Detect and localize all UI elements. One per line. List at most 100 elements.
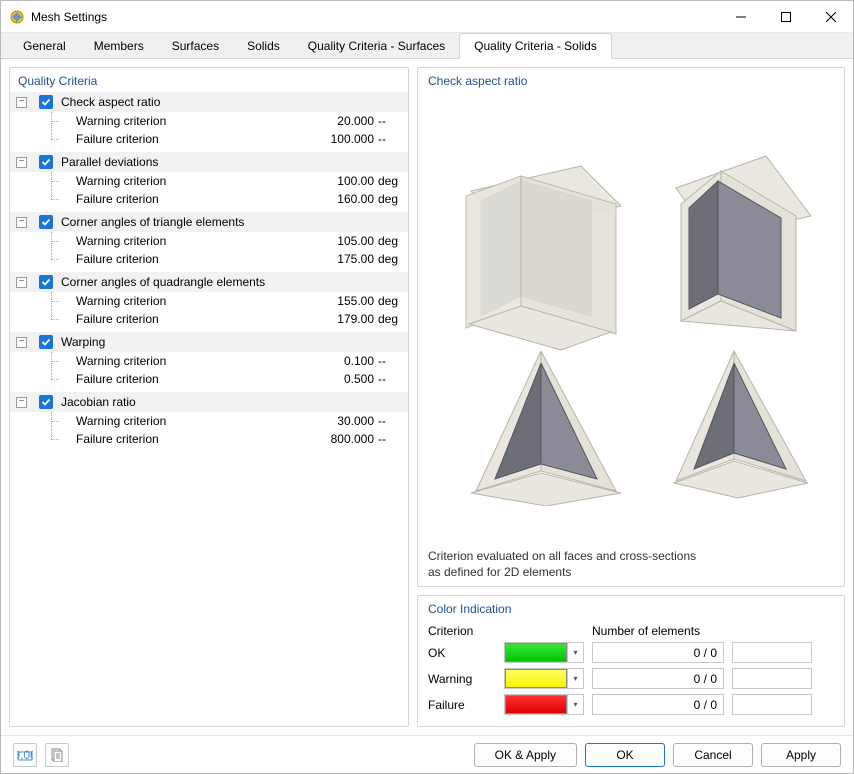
criterion-row-value[interactable]: 0.100 xyxy=(308,354,378,368)
criterion-row[interactable]: Failure criterion 100.000 -- xyxy=(10,130,408,148)
criterion-row-label: Failure criterion xyxy=(58,432,308,446)
criterion-group-header[interactable]: − Check aspect ratio xyxy=(10,92,408,112)
criterion-row-value[interactable]: 100.000 xyxy=(308,132,378,146)
cancel-button[interactable]: Cancel xyxy=(673,743,753,767)
tab-general[interactable]: General xyxy=(9,34,80,58)
col-number-elements: Number of elements xyxy=(592,624,700,638)
criterion-preview-panel: Check aspect ratio xyxy=(417,67,845,587)
apply-button[interactable]: Apply xyxy=(761,743,841,767)
criterion-checkbox[interactable] xyxy=(39,275,53,289)
element-count: 0 / 0 xyxy=(592,642,724,663)
criterion-row-unit: -- xyxy=(378,114,408,128)
color-row-label: OK xyxy=(428,646,496,660)
criterion-row-value[interactable]: 20.000 xyxy=(308,114,378,128)
criterion-row[interactable]: Warning criterion 30.000 -- xyxy=(10,412,408,430)
chevron-down-icon[interactable]: ▾ xyxy=(567,669,583,688)
chevron-down-icon[interactable]: ▾ xyxy=(567,695,583,714)
criterion-checkbox[interactable] xyxy=(39,95,53,109)
quality-criteria-panel: Quality Criteria − Check aspect ratio Wa… xyxy=(9,67,409,727)
collapse-icon[interactable]: − xyxy=(16,217,27,228)
criterion-row-value[interactable]: 800.000 xyxy=(308,432,378,446)
criterion-row-unit: -- xyxy=(378,372,408,386)
criterion-row-value[interactable]: 100.00 xyxy=(308,174,378,188)
criterion-group-header[interactable]: − Corner angles of triangle elements xyxy=(10,212,408,232)
color-swatch-dropdown[interactable]: ▾ xyxy=(504,642,584,663)
criterion-row[interactable]: Failure criterion 175.00 deg xyxy=(10,250,408,268)
criterion-row-value[interactable]: 105.00 xyxy=(308,234,378,248)
color-swatch-dropdown[interactable]: ▾ xyxy=(504,694,584,715)
criterion-row[interactable]: Warning criterion 105.00 deg xyxy=(10,232,408,250)
criterion-checkbox[interactable] xyxy=(39,155,53,169)
ok-apply-button[interactable]: OK & Apply xyxy=(474,743,577,767)
element-extra-field[interactable] xyxy=(732,694,812,715)
chevron-down-icon[interactable]: ▾ xyxy=(567,643,583,662)
criterion-row-unit: deg xyxy=(378,234,408,248)
collapse-icon[interactable]: − xyxy=(16,337,27,348)
criterion-checkbox[interactable] xyxy=(39,395,53,409)
criterion-row[interactable]: Failure criterion 179.00 deg xyxy=(10,310,408,328)
collapse-icon[interactable]: − xyxy=(16,277,27,288)
criterion-group-header[interactable]: − Corner angles of quadrangle elements xyxy=(10,272,408,292)
criterion-group-label: Corner angles of quadrangle elements xyxy=(57,275,265,289)
color-swatch-dropdown[interactable]: ▾ xyxy=(504,668,584,689)
dialog-footer: 0,00 OK & Apply OK Cancel Apply xyxy=(1,735,853,773)
tab-quality-solids[interactable]: Quality Criteria - Solids xyxy=(459,33,612,59)
criterion-row[interactable]: Failure criterion 0.500 -- xyxy=(10,370,408,388)
criterion-row[interactable]: Warning criterion 155.00 deg xyxy=(10,292,408,310)
report-button[interactable] xyxy=(45,743,69,767)
criterion-row-value[interactable]: 175.00 xyxy=(308,252,378,266)
ok-button[interactable]: OK xyxy=(585,743,665,767)
criterion-row[interactable]: Warning criterion 0.100 -- xyxy=(10,352,408,370)
color-row-label: Failure xyxy=(428,698,496,712)
criterion-row-unit: -- xyxy=(378,432,408,446)
criterion-group-label: Check aspect ratio xyxy=(57,95,160,109)
criterion-row-label: Warning criterion xyxy=(58,234,308,248)
criterion-row-value[interactable]: 0.500 xyxy=(308,372,378,386)
criterion-row[interactable]: Warning criterion 100.00 deg xyxy=(10,172,408,190)
quality-criteria-title: Quality Criteria xyxy=(10,74,408,92)
criterion-row-unit: -- xyxy=(378,354,408,368)
tab-quality-surfaces[interactable]: Quality Criteria - Surfaces xyxy=(294,34,459,58)
criterion-row-value[interactable]: 155.00 xyxy=(308,294,378,308)
criterion-group-label: Warping xyxy=(57,335,105,349)
tab-solids[interactable]: Solids xyxy=(233,34,294,58)
minimize-button[interactable] xyxy=(718,1,763,32)
criterion-row[interactable]: Failure criterion 160.00 deg xyxy=(10,190,408,208)
criterion-row-value[interactable]: 179.00 xyxy=(308,312,378,326)
color-swatch xyxy=(505,669,567,688)
window-title: Mesh Settings xyxy=(31,10,718,24)
collapse-icon[interactable]: − xyxy=(16,157,27,168)
units-button[interactable]: 0,00 xyxy=(13,743,37,767)
criterion-row-label: Failure criterion xyxy=(58,252,308,266)
criterion-group-header[interactable]: − Parallel deviations xyxy=(10,152,408,172)
element-extra-field[interactable] xyxy=(732,668,812,689)
criterion-row-label: Warning criterion xyxy=(58,114,308,128)
close-button[interactable] xyxy=(808,1,853,32)
color-swatch xyxy=(505,695,567,714)
tab-bar: General Members Surfaces Solids Quality … xyxy=(1,33,853,59)
color-indication-row: Warning ▾ 0 / 0 xyxy=(428,668,834,689)
criterion-row-unit: -- xyxy=(378,414,408,428)
element-count: 0 / 0 xyxy=(592,668,724,689)
criterion-row[interactable]: Warning criterion 20.000 -- xyxy=(10,112,408,130)
tab-members[interactable]: Members xyxy=(80,34,158,58)
maximize-button[interactable] xyxy=(763,1,808,32)
criterion-group-header[interactable]: − Jacobian ratio xyxy=(10,392,408,412)
tab-surfaces[interactable]: Surfaces xyxy=(158,34,233,58)
criterion-row-value[interactable]: 30.000 xyxy=(308,414,378,428)
collapse-icon[interactable]: − xyxy=(16,397,27,408)
criterion-checkbox[interactable] xyxy=(39,335,53,349)
criterion-row-value[interactable]: 160.00 xyxy=(308,192,378,206)
collapse-icon[interactable]: − xyxy=(16,97,27,108)
criterion-row[interactable]: Failure criterion 800.000 -- xyxy=(10,430,408,448)
criterion-group-header[interactable]: − Warping xyxy=(10,332,408,352)
element-extra-field[interactable] xyxy=(732,642,812,663)
element-count: 0 / 0 xyxy=(592,694,724,715)
criterion-row-unit: deg xyxy=(378,294,408,308)
criterion-group-label: Jacobian ratio xyxy=(57,395,136,409)
preview-title: Check aspect ratio xyxy=(428,74,834,92)
criterion-description: Criterion evaluated on all faces and cro… xyxy=(428,548,834,580)
color-indication-title: Color Indication xyxy=(428,602,834,620)
criterion-checkbox[interactable] xyxy=(39,215,53,229)
criterion-row-label: Warning criterion xyxy=(58,414,308,428)
